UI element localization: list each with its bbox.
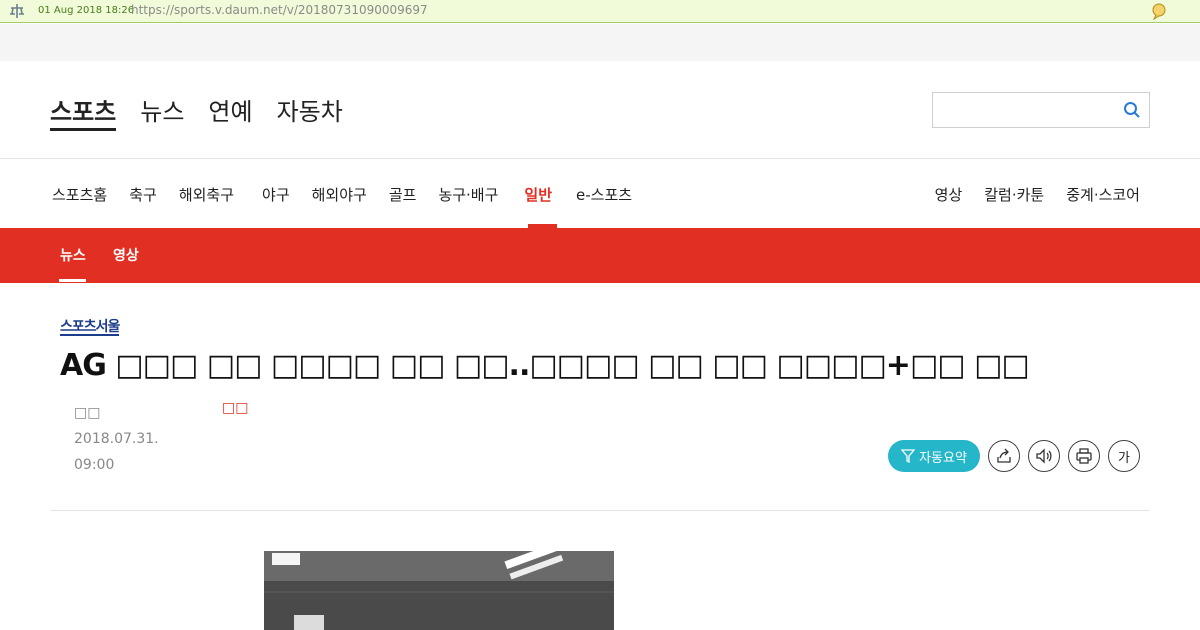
date-value: 2018.07.31. xyxy=(74,431,159,447)
service-tab-sports[interactable]: 스포츠 xyxy=(50,92,117,131)
gnb-esports[interactable]: e-스포츠 xyxy=(576,184,632,205)
service-tab-auto[interactable]: 자동차 xyxy=(277,92,343,127)
filter-icon xyxy=(901,449,916,463)
service-tab-news[interactable]: 뉴스 xyxy=(140,92,184,127)
read-aloud-button[interactable] xyxy=(1028,440,1060,472)
sub-nav-bar: 뉴스 영상 xyxy=(0,228,1200,283)
share-button[interactable] xyxy=(988,440,1020,472)
service-nav: 스포츠 뉴스 연예 자동차 xyxy=(50,92,343,131)
search-input[interactable] xyxy=(932,92,1150,128)
speaker-icon xyxy=(1036,448,1052,464)
gnb-baseball[interactable]: 야구 xyxy=(262,184,290,205)
print-icon xyxy=(1076,448,1092,464)
auto-summary-label: 자동요약 xyxy=(919,450,967,466)
archive-logo-icon[interactable] xyxy=(8,3,26,19)
article-divider xyxy=(50,510,1150,511)
gnb-golf[interactable]: 골프 xyxy=(389,184,417,205)
gnb-general[interactable]: 일반 xyxy=(524,184,552,205)
article-date: □□ 2018.07.31. 09:00 xyxy=(74,400,184,478)
header-divider xyxy=(0,158,1200,159)
archive-toolbar: 01 Aug 2018 18:26 https://sports.v.daum.… xyxy=(0,0,1200,23)
date-label: □□ xyxy=(74,405,101,421)
category-nav: 스포츠홈 축구 해외축구 야구 해외야구 골프 농구·배구 일반 e-스포츠 xyxy=(52,184,654,205)
auto-summary-button[interactable]: 자동요약 xyxy=(888,440,980,472)
gnb-world-soccer[interactable]: 해외축구 xyxy=(179,184,234,205)
gnb-column-cartoon[interactable]: 칼럼·카툰 xyxy=(984,184,1044,205)
archive-date: 01 Aug 2018 18:26 xyxy=(38,5,135,16)
category-nav-right: 영상 칼럼·카툰 중계·스코어 xyxy=(935,184,1140,205)
time-value: 09:00 xyxy=(74,457,115,473)
gnb-sports-home[interactable]: 스포츠홈 xyxy=(52,184,107,205)
subnav-video[interactable]: 영상 xyxy=(113,245,139,265)
article-photo xyxy=(264,551,614,630)
article-title: AG □□□ □□ □□□□ □□ □□..□□□□ □□ □□ □□□□+□□… xyxy=(60,348,1030,383)
gnb-live-score[interactable]: 중계·스코어 xyxy=(1066,184,1140,205)
subnav-active-indicator xyxy=(59,279,86,282)
gnb-video[interactable]: 영상 xyxy=(935,184,963,205)
share-icon xyxy=(997,448,1011,463)
top-gray-strip xyxy=(0,24,1200,61)
print-button[interactable] xyxy=(1068,440,1100,472)
ceiling-lights-image xyxy=(264,551,614,630)
archive-help-icon[interactable] xyxy=(1150,2,1168,20)
search-icon[interactable] xyxy=(1123,101,1141,119)
gnb-world-baseball[interactable]: 해외야구 xyxy=(312,184,367,205)
article-author[interactable]: □□ xyxy=(222,400,248,416)
gnb-soccer[interactable]: 축구 xyxy=(129,184,157,205)
gnb-basketball-volleyball[interactable]: 농구·배구 xyxy=(438,184,498,205)
archive-url[interactable]: https://sports.v.daum.net/v/201807310900… xyxy=(131,3,428,17)
service-tab-entertainment[interactable]: 연예 xyxy=(208,92,252,127)
subnav-news[interactable]: 뉴스 xyxy=(60,245,86,265)
publisher-logo[interactable]: 스포츠서울 xyxy=(60,320,120,336)
font-size-button[interactable]: 가 xyxy=(1108,440,1140,472)
